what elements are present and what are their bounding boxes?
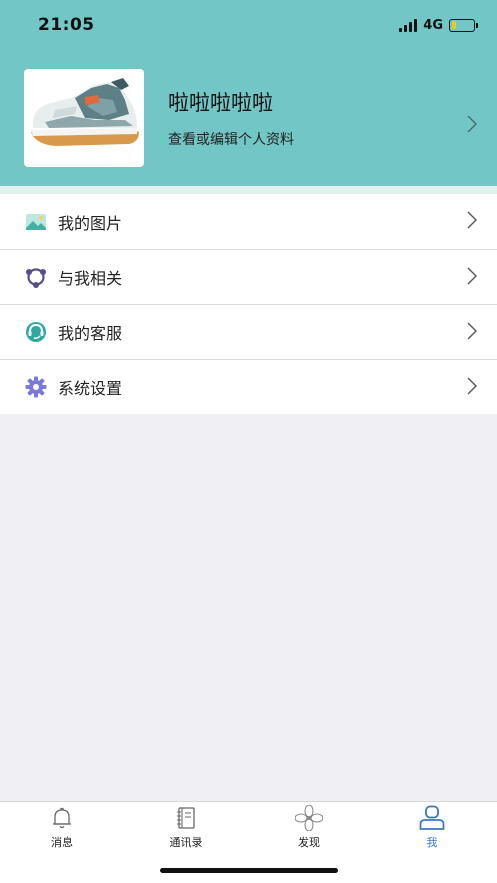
menu-item-related[interactable]: 与我相关 bbox=[0, 249, 497, 304]
profile-name: 啦啦啦啦啦 bbox=[168, 91, 273, 115]
profile-text: 啦啦啦啦啦 查看或编辑个人资料 bbox=[168, 87, 497, 149]
bell-icon bbox=[50, 805, 74, 831]
person-icon bbox=[418, 805, 446, 831]
status-bar: 21:05 4G bbox=[0, 0, 497, 50]
battery-icon bbox=[449, 18, 478, 32]
chevron-right-icon bbox=[467, 211, 477, 233]
tab-label: 我 bbox=[426, 836, 438, 849]
tab-messages[interactable]: 消息 bbox=[17, 805, 107, 850]
image-icon bbox=[25, 211, 47, 233]
menu-item-label: 我的图片 bbox=[58, 213, 123, 233]
menu-item-label: 系统设置 bbox=[58, 379, 123, 398]
sneaker-image bbox=[25, 70, 143, 166]
tab-me[interactable]: 我 bbox=[387, 805, 477, 850]
flower-icon bbox=[295, 805, 323, 831]
menu-item-label: 与我相关 bbox=[58, 269, 123, 288]
network-icon bbox=[25, 266, 47, 288]
menu-item-my-pictures[interactable]: 我的图片 bbox=[0, 194, 497, 249]
notebook-icon bbox=[174, 805, 198, 831]
signal-icon bbox=[399, 18, 418, 32]
status-time: 21:05 bbox=[38, 15, 95, 35]
menu-list: 我的图片 与我相关 我的客服 系统设置 bbox=[0, 194, 497, 414]
network-label: 4G bbox=[423, 17, 443, 33]
chevron-right-icon bbox=[467, 267, 477, 289]
tab-contacts[interactable]: 通讯录 bbox=[141, 805, 231, 850]
chevron-right-icon bbox=[467, 377, 477, 399]
profile-subtitle: 查看或编辑个人资料 bbox=[168, 132, 294, 148]
menu-item-settings[interactable]: 系统设置 bbox=[0, 359, 497, 414]
chevron-right-icon bbox=[467, 322, 477, 344]
avatar[interactable] bbox=[24, 69, 144, 167]
status-indicators: 4G bbox=[399, 17, 478, 33]
profile-header[interactable]: 啦啦啦啦啦 查看或编辑个人资料 bbox=[0, 50, 497, 186]
tab-label: 通讯录 bbox=[169, 836, 203, 849]
tab-label: 发现 bbox=[298, 836, 320, 849]
customer-service-icon bbox=[25, 321, 47, 343]
menu-item-customer-service[interactable]: 我的客服 bbox=[0, 304, 497, 359]
tab-discover[interactable]: 发现 bbox=[264, 805, 354, 850]
home-indicator[interactable] bbox=[160, 868, 338, 873]
gear-icon bbox=[25, 376, 47, 398]
tab-label: 消息 bbox=[51, 836, 73, 849]
chevron-right-icon bbox=[467, 115, 478, 137]
menu-item-label: 我的客服 bbox=[58, 324, 123, 343]
header-divider bbox=[0, 186, 497, 194]
